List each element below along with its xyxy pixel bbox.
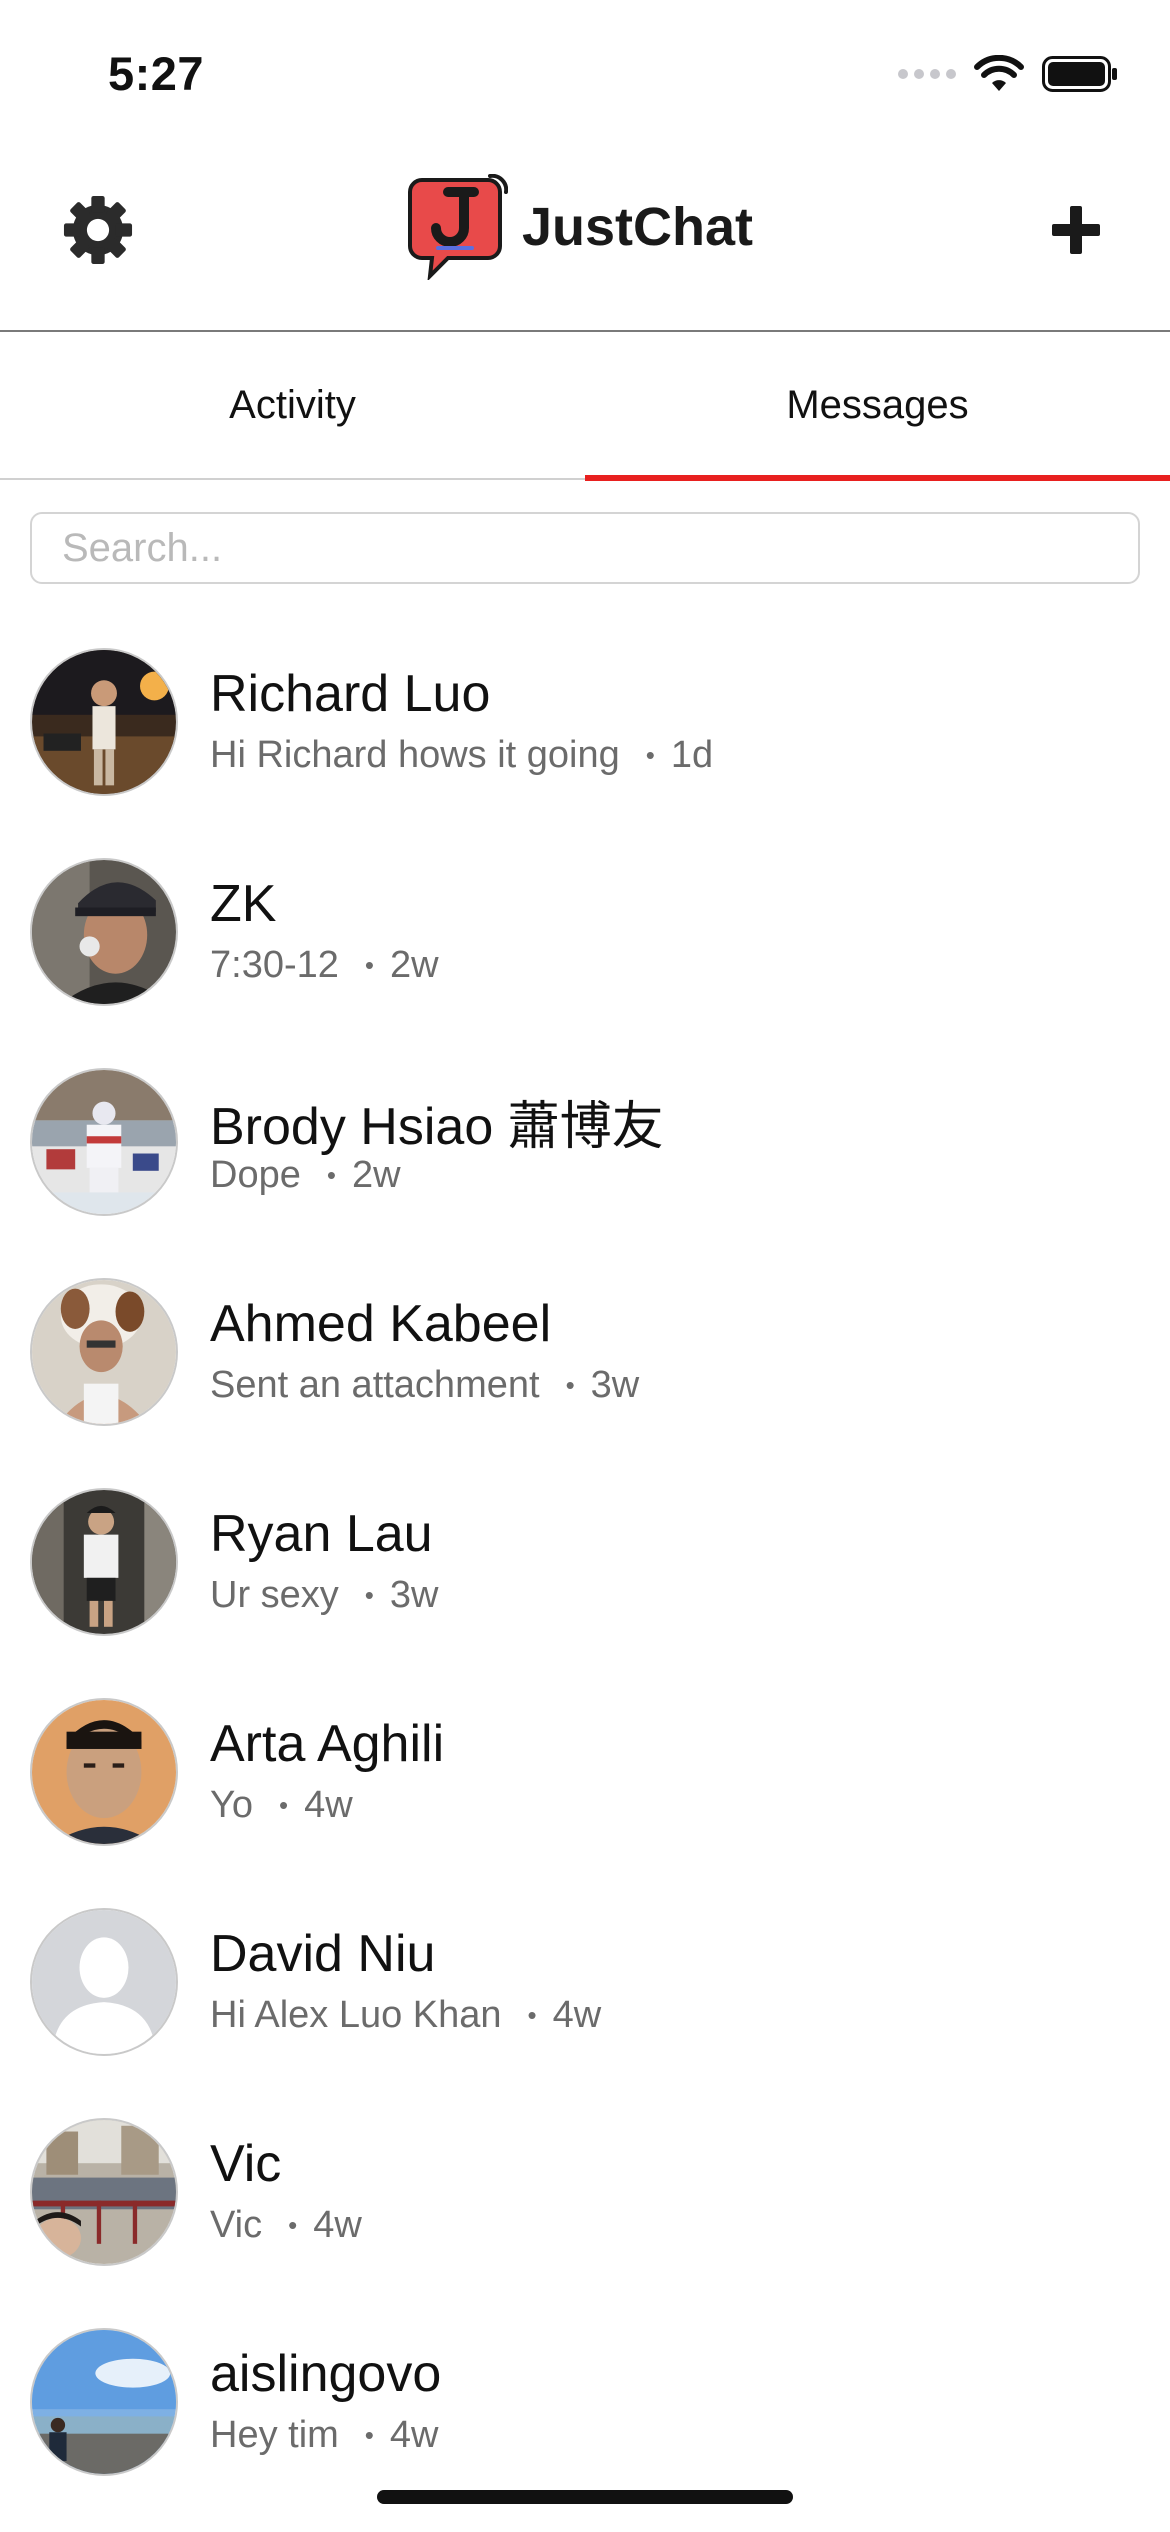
settings-button[interactable] <box>58 190 138 270</box>
conversation-preview: Hi Alex Luo Khan <box>210 1994 502 2036</box>
conversation-name: David Niu <box>210 1925 436 1983</box>
conversation-preview-line: Hey tim • 4w <box>210 2414 438 2457</box>
conversation-item[interactable]: Brody Hsiao 蕭博友 Dope • 2w <box>0 1034 1170 1244</box>
conversation-name: Vic <box>210 2135 282 2193</box>
separator-dot: • <box>364 2420 374 2450</box>
separator-dot: • <box>527 2000 537 2030</box>
conversation-preview: Vic <box>210 2204 263 2246</box>
search-input[interactable] <box>30 512 1140 584</box>
separator-dot: • <box>364 1580 374 1610</box>
home-indicator[interactable] <box>377 2490 793 2504</box>
app-title: JustChat <box>522 197 754 257</box>
conversation-time: 2w <box>351 1154 401 1196</box>
conversation-time: 2w <box>390 944 439 986</box>
conversation-preview-line: Vic • 4w <box>210 2204 362 2247</box>
separator-dot: • <box>364 950 374 980</box>
gear-icon <box>63 195 133 265</box>
conversation-time: 4w <box>313 2204 362 2246</box>
search-bar <box>30 512 1140 584</box>
avatar <box>30 1488 178 1636</box>
conversation-preview: Sent an attachment <box>210 1364 540 1406</box>
tab-bar: Activity Messages <box>0 332 1170 481</box>
separator-dot: • <box>565 1370 575 1400</box>
avatar <box>30 648 178 796</box>
conversation-preview-line: Yo • 4w <box>210 1784 353 1827</box>
conversation-preview-line: Sent an attachment • 3w <box>210 1364 639 1407</box>
wifi-icon <box>974 55 1024 91</box>
conversation-item[interactable]: Richard Luo Hi Richard hows it going • 1… <box>0 614 1170 824</box>
conversation-name: Richard Luo <box>210 665 491 723</box>
conversation-item[interactable]: Arta Aghili Yo • 4w <box>0 1664 1170 1874</box>
conversation-item[interactable]: David Niu Hi Alex Luo Khan • 4w <box>0 1874 1170 2084</box>
status-time: 5:27 <box>108 47 205 100</box>
justchat-logo-icon <box>408 174 508 280</box>
conversation-name: aislingovo <box>210 2345 442 2403</box>
avatar <box>30 1278 178 1426</box>
conversation-preview: Hey tim <box>210 2414 339 2456</box>
conversation-item[interactable]: Ahmed Kabeel Sent an attachment • 3w <box>0 1244 1170 1454</box>
conversation-preview-line: Hi Alex Luo Khan • 4w <box>210 1994 601 2037</box>
default-avatar-icon <box>30 1908 178 2056</box>
conversation-name: Brody Hsiao 蕭博友 <box>210 1098 664 1156</box>
conversation-item[interactable]: Vic Vic • 4w <box>0 2084 1170 2294</box>
separator-dot: • <box>645 740 655 770</box>
conversation-time: 4w <box>389 2414 439 2456</box>
status-icons <box>898 52 1118 96</box>
avatar <box>30 1698 178 1846</box>
conversation-preview: 7:30-12 <box>210 944 339 986</box>
conversation-name: Ryan Lau <box>210 1505 433 1563</box>
cellular-dots-icon <box>898 69 956 79</box>
conversation-time: 4w <box>304 1784 353 1826</box>
conversation-preview: Ur sexy <box>210 1574 339 1616</box>
new-chat-button[interactable] <box>1036 190 1116 270</box>
status-bar: 5:27 <box>0 0 1170 140</box>
tab-activity[interactable]: Activity <box>0 332 585 478</box>
conversation-preview-line: Ur sexy • 3w <box>210 1574 438 1617</box>
separator-dot: • <box>288 2210 298 2240</box>
conversation-preview-line: Hi Richard hows it going • 1d <box>210 734 713 777</box>
conversation-name: ZK <box>210 875 277 933</box>
battery-icon <box>1042 56 1117 92</box>
avatar <box>30 2118 178 2266</box>
conversation-item[interactable]: ZK 7:30-12 • 2w <box>0 824 1170 1034</box>
separator-dot: • <box>326 1160 336 1190</box>
conversation-preview: Dope <box>210 1154 301 1196</box>
conversation-preview: Hi Richard hows it going <box>210 734 620 776</box>
conversation-preview-line: 7:30-12 • 2w <box>210 944 439 987</box>
conversation-item[interactable]: aislingovo Hey tim • 4w <box>0 2294 1170 2504</box>
separator-dot: • <box>279 1790 289 1820</box>
avatar <box>30 1068 178 1216</box>
conversation-name: Ahmed Kabeel <box>210 1295 552 1353</box>
conversation-name: Arta Aghili <box>210 1715 445 1773</box>
conversation-time: 3w <box>389 1574 439 1616</box>
conversation-item[interactable]: Ryan Lau Ur sexy • 3w <box>0 1454 1170 1664</box>
conversation-list: Richard Luo Hi Richard hows it going • 1… <box>0 614 1170 2504</box>
avatar <box>30 858 178 1006</box>
conversation-preview-line: Dope • 2w <box>210 1154 401 1197</box>
tab-messages[interactable]: Messages <box>585 332 1170 481</box>
conversation-time: 3w <box>590 1364 640 1406</box>
conversation-time: 1d <box>670 734 714 776</box>
app-brand: JustChat <box>408 172 753 282</box>
plus-icon <box>1052 206 1100 254</box>
conversation-preview: Yo <box>210 1784 253 1826</box>
conversation-time: 4w <box>552 1994 602 2036</box>
app-header: JustChat <box>0 140 1170 332</box>
avatar <box>30 2328 178 2476</box>
